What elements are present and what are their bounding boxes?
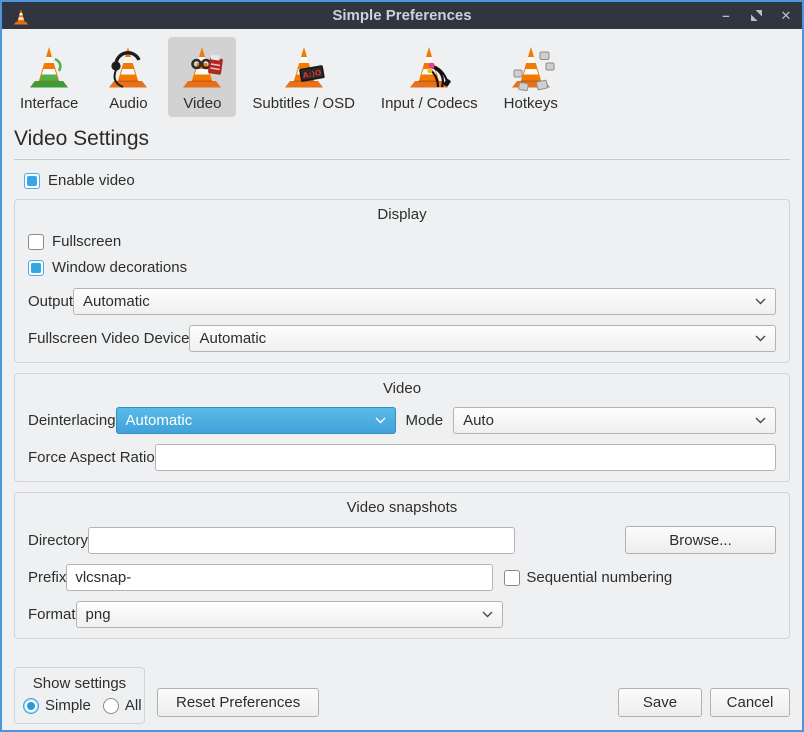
format-select[interactable]: png [76, 601, 503, 628]
window-title: Simple Preferences [2, 7, 802, 24]
mode-label: Mode [406, 412, 444, 429]
tab-label: Subtitles / OSD [252, 95, 355, 112]
input-codecs-icon [405, 43, 453, 91]
preferences-toolbar: Interface Audio [2, 29, 802, 121]
window-decorations-label: Window decorations [52, 259, 187, 276]
all-radio[interactable] [103, 698, 119, 714]
fullscreen-checkbox[interactable] [28, 234, 44, 250]
tab-input-codecs[interactable]: Input / Codecs [371, 37, 488, 117]
output-label: Output [28, 293, 73, 310]
video-group-title: Video [28, 378, 776, 398]
show-settings-group: Show settings Simple All [14, 667, 145, 724]
cancel-button[interactable]: Cancel [710, 688, 790, 717]
content: Video Settings Enable video Display Full… [2, 121, 802, 730]
tab-audio[interactable]: Audio [94, 37, 162, 117]
chevron-down-icon [755, 417, 766, 424]
tab-label: Video [183, 95, 221, 112]
output-select[interactable]: Automatic [73, 288, 776, 315]
format-label: Format [28, 606, 76, 623]
tab-label: Hotkeys [504, 95, 558, 112]
chevron-down-icon [755, 298, 766, 305]
browse-button[interactable]: Browse... [625, 526, 776, 554]
tab-label: Interface [20, 95, 78, 112]
prefix-input[interactable] [66, 564, 493, 591]
video-group: Video Deinterlacing Automatic Mode Auto [14, 373, 790, 482]
deinterlacing-select[interactable]: Automatic [116, 407, 396, 434]
vlc-logo-icon [12, 6, 30, 26]
force-aspect-ratio-label: Force Aspect Ratio [28, 449, 155, 466]
audio-icon [104, 43, 152, 91]
enable-video-checkbox[interactable] [24, 173, 40, 189]
snapshots-group-title: Video snapshots [28, 497, 776, 517]
hotkeys-icon [507, 43, 555, 91]
enable-video-label: Enable video [48, 172, 135, 189]
reset-preferences-button[interactable]: Reset Preferences [157, 688, 319, 717]
tab-video[interactable]: Video [168, 37, 236, 117]
simple-radio-label: Simple [45, 697, 91, 714]
force-aspect-ratio-input[interactable] [155, 444, 776, 471]
directory-input[interactable] [88, 527, 515, 554]
chevron-down-icon [755, 335, 766, 342]
close-button[interactable]: ✕ [778, 9, 794, 22]
subtitles-icon: A:)O [280, 43, 328, 91]
all-radio-label: All [125, 697, 142, 714]
tab-interface[interactable]: Interface [10, 37, 88, 117]
display-group: Display Fullscreen Window decorations Ou… [14, 199, 790, 363]
fullscreen-video-device-select[interactable]: Automatic [189, 325, 776, 352]
video-icon [178, 43, 226, 91]
snapshots-group: Video snapshots Directory Browse... Pref… [14, 492, 790, 639]
tab-label: Input / Codecs [381, 95, 478, 112]
interface-icon [25, 43, 73, 91]
show-settings-title: Show settings [23, 673, 136, 697]
restore-button[interactable] [748, 10, 764, 21]
simple-radio[interactable] [23, 698, 39, 714]
footer: Show settings Simple All Reset Preferenc… [14, 667, 790, 724]
save-button[interactable]: Save [618, 688, 702, 717]
titlebar: Simple Preferences – ✕ [2, 2, 802, 29]
tab-subtitles[interactable]: A:)O Subtitles / OSD [242, 37, 365, 117]
tab-label: Audio [109, 95, 147, 112]
heading-divider [14, 159, 790, 160]
directory-label: Directory [28, 532, 88, 549]
chevron-down-icon [482, 611, 493, 618]
sequential-numbering-label: Sequential numbering [526, 569, 672, 586]
restore-icon [751, 10, 762, 21]
deinterlacing-label: Deinterlacing [28, 412, 116, 429]
mode-select[interactable]: Auto [453, 407, 776, 434]
minimize-button[interactable]: – [718, 9, 734, 22]
window-decorations-checkbox[interactable] [28, 260, 44, 276]
display-group-title: Display [28, 204, 776, 224]
fullscreen-label: Fullscreen [52, 233, 121, 250]
prefix-label: Prefix [28, 569, 66, 586]
chevron-down-icon [375, 417, 386, 424]
page-title: Video Settings [14, 127, 790, 151]
preferences-window: Simple Preferences – ✕ Int [0, 0, 804, 732]
fullscreen-video-device-label: Fullscreen Video Device [28, 330, 189, 347]
sequential-numbering-checkbox[interactable] [504, 570, 520, 586]
tab-hotkeys[interactable]: Hotkeys [494, 37, 568, 117]
